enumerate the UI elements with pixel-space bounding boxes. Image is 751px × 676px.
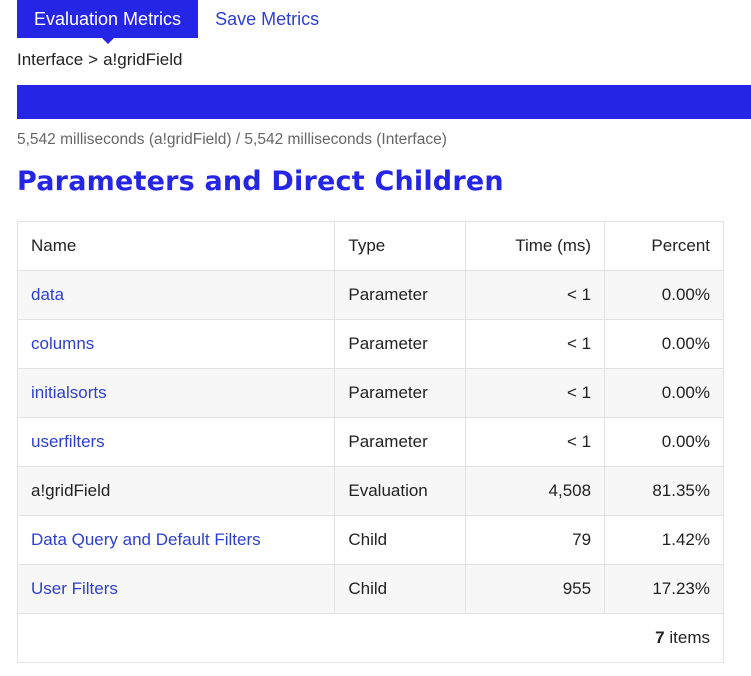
row-name-cell: data [16, 270, 336, 320]
row-name-link[interactable]: data [31, 285, 64, 304]
row-percent: 0.00% [661, 334, 710, 353]
breadcrumb-separator: > [88, 50, 99, 69]
row-type: Parameter [348, 432, 428, 451]
row-time: < 1 [566, 285, 592, 304]
row-percent-cell: 0.00% [604, 319, 724, 369]
table-row: Data Query and Default Filters Child 79 1.4… [16, 515, 724, 565]
row-percent-cell: 0.00% [604, 368, 724, 418]
row-name-cell: User Filters [16, 564, 336, 614]
row-percent: 0.00% [661, 285, 710, 304]
row-time-cell: 79 [465, 515, 606, 565]
row-type-cell: Child [334, 515, 467, 565]
table-row: data Parameter < 1 0.00% [16, 270, 724, 320]
row-name-link[interactable]: columns [31, 334, 94, 353]
row-name-link[interactable]: userfilters [31, 432, 105, 451]
table-row: userfilters Parameter < 1 0.00% [16, 417, 724, 467]
table-row: columns Parameter < 1 0.00% [16, 319, 724, 369]
table-header-row: Name Type Time (ms) Percent [16, 221, 724, 271]
row-percent-cell: 0.00% [604, 270, 724, 320]
row-time-cell: < 1 [465, 368, 606, 418]
row-name-link[interactable]: User Filters [31, 579, 118, 598]
table-footer-row: 7 items [17, 613, 724, 663]
item-count-label: items [669, 628, 710, 647]
row-name-link[interactable]: Data Query and Default Filters [31, 530, 261, 549]
row-type-cell: Parameter [334, 270, 467, 320]
row-time-cell: < 1 [465, 319, 606, 369]
row-name-cell: userfilters [16, 417, 336, 467]
row-percent-cell: 81.35% [604, 466, 724, 516]
row-type: Parameter [348, 285, 428, 304]
row-percent: 0.00% [661, 432, 710, 451]
column-header-time: Time (ms) [465, 221, 606, 271]
tab-evaluation-metrics[interactable]: Evaluation Metrics [17, 0, 199, 44]
table-row: a!gridField Evaluation 4,508 81.35% [16, 466, 724, 516]
row-type: Child [348, 530, 388, 549]
row-type-cell: Parameter [334, 417, 467, 467]
item-count-number: 7 [655, 628, 665, 647]
row-percent-cell: 17.23% [604, 564, 724, 614]
metrics-table: Name Type Time (ms) Percent data Paramete… [16, 221, 724, 663]
row-percent: 0.00% [661, 383, 710, 402]
row-percent-cell: 1.42% [604, 515, 724, 565]
column-header-name: Name [16, 221, 336, 271]
column-header-percent: Percent [604, 221, 724, 271]
table-row: User Filters Child 955 17.23% [16, 564, 724, 614]
row-time: < 1 [566, 432, 592, 451]
row-time-cell: < 1 [465, 270, 606, 320]
item-count: 7 items [17, 613, 724, 663]
section-title: Parameters and Direct Children [17, 166, 504, 197]
row-time: 955 [562, 579, 592, 598]
tab-save-metrics[interactable]: Save Metrics [198, 0, 336, 38]
row-time-cell: 955 [465, 564, 606, 614]
row-type-cell: Child [334, 564, 467, 614]
row-name-cell: columns [16, 319, 336, 369]
row-name-cell: a!gridField [16, 466, 336, 516]
row-name-text: a!gridField [31, 481, 111, 500]
row-time-cell: 4,508 [465, 466, 606, 516]
row-type: Evaluation [348, 481, 428, 500]
row-name-link[interactable]: initialsorts [31, 383, 107, 402]
row-percent: 81.35% [652, 481, 710, 500]
row-type: Parameter [348, 383, 428, 402]
evaluation-time-bar-fill [17, 85, 751, 119]
row-time: < 1 [566, 383, 592, 402]
row-percent: 1.42% [661, 530, 710, 549]
row-name-cell: initialsorts [16, 368, 336, 418]
column-header-type: Type [334, 221, 467, 271]
row-time: 79 [572, 530, 592, 549]
breadcrumb: Interface > a!gridField [17, 50, 182, 70]
row-time: 4,508 [548, 481, 592, 500]
evaluation-time-bar [17, 85, 751, 119]
row-name-cell: Data Query and Default Filters [16, 515, 336, 565]
table-row: initialsorts Parameter < 1 0.00% [16, 368, 724, 418]
row-type-cell: Parameter [334, 319, 467, 369]
row-type-cell: Evaluation [334, 466, 467, 516]
row-time: < 1 [566, 334, 592, 353]
row-type: Child [348, 579, 388, 598]
breadcrumb-parent[interactable]: Interface [17, 50, 83, 69]
row-type-cell: Parameter [334, 368, 467, 418]
breadcrumb-current: a!gridField [103, 50, 183, 69]
row-percent: 17.23% [652, 579, 710, 598]
row-type: Parameter [348, 334, 428, 353]
timing-summary: 5,542 milliseconds (a!gridField) / 5,542… [17, 131, 447, 148]
metrics-tabs: Evaluation Metrics Save Metrics [17, 0, 336, 44]
row-percent-cell: 0.00% [604, 417, 724, 467]
row-time-cell: < 1 [465, 417, 606, 467]
